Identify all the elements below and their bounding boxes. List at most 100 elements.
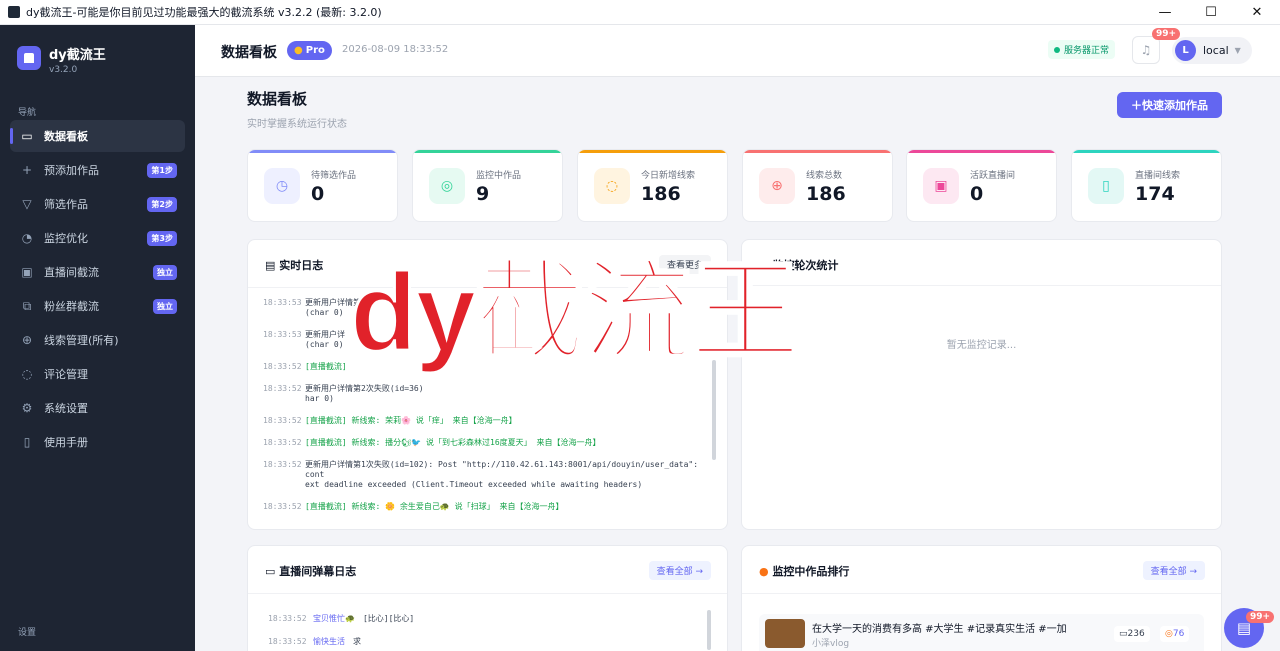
- stat-value: 0: [970, 183, 984, 205]
- video-thumbnail: [765, 619, 805, 648]
- log-scrollbar[interactable]: [712, 360, 716, 460]
- stat-accent-bar: [1072, 150, 1221, 153]
- target-icon: ⊕: [21, 333, 33, 347]
- app-icon: [8, 6, 20, 18]
- stat-icon: ▯: [1088, 168, 1124, 204]
- stat-accent-bar: [907, 150, 1056, 153]
- main-heading: 数据看板 实时掌握系统运行状态: [247, 88, 347, 130]
- sidebar-item-3[interactable]: ◔ 监控优化 第3步: [10, 222, 185, 254]
- danmaku-user[interactable]: 宝贝惟忙🐢: [313, 614, 355, 624]
- danmaku-message: 求: [353, 637, 361, 646]
- log-message-cont: (char 0): [305, 308, 344, 317]
- stat-accent-bar: [413, 150, 562, 153]
- stat-card[interactable]: ▣ 活跃直播间 0: [906, 149, 1057, 222]
- comment-icon: ▭: [1119, 629, 1128, 639]
- stat-card[interactable]: ▯ 直播间线索 174: [1071, 149, 1222, 222]
- user-menu[interactable]: L local ▼: [1172, 37, 1252, 64]
- log-line: 18:33:52 [直播截流] 新线索: 荣莉🌸 说「痒」 来自【沧海一舟】: [263, 416, 713, 426]
- stat-label: 监控中作品: [476, 171, 522, 181]
- stat-accent-bar: [578, 150, 727, 153]
- view-all-ranking-button[interactable]: 查看全部 →: [1142, 561, 1205, 580]
- stat-value: 174: [1135, 183, 1175, 205]
- notification-count-badge: 99+: [1152, 28, 1181, 40]
- logo-icon: [17, 46, 41, 70]
- nav-section-label: 导航: [18, 108, 37, 118]
- step-badge: 第1步: [147, 163, 177, 178]
- sidebar-item-0[interactable]: ▭ 数据看板: [10, 120, 185, 152]
- dashboard-icon: ▭: [21, 129, 33, 143]
- close-button[interactable]: ✕: [1234, 0, 1280, 25]
- stat-card[interactable]: ⊕ 线索总数 186: [742, 149, 893, 222]
- step-badge: 第3步: [147, 231, 177, 246]
- brand-version: v3.2.0: [49, 65, 78, 75]
- log-message: 更新用户详情第1次失败(id=102): Post "http://110.42…: [305, 460, 713, 490]
- sidebar-item-9[interactable]: ▯ 使用手册: [10, 426, 185, 458]
- window-titlebar: dy截流王-可能是你目前见过功能最强大的截流系统 v3.2.2 (最新: 3.2…: [0, 0, 1280, 25]
- ranking-panel: ● 监控中作品排行 查看全部 → 在大学一天的消费有多高 #大学生 #记录真实生…: [741, 545, 1222, 651]
- quick-add-button[interactable]: ＋快速添加作品: [1117, 92, 1222, 118]
- sidebar-item-4[interactable]: ▣ 直播间截流 独立: [10, 256, 185, 288]
- log-time: 18:33:52: [263, 438, 302, 447]
- promo-overlay-text: dy截流王: [348, 251, 801, 374]
- log-message: 更新用户详 (char 0): [305, 330, 345, 350]
- stat-card[interactable]: ◌ 今日新增线索 186: [577, 149, 728, 222]
- stat-value: 186: [641, 183, 681, 205]
- comment-icon: ◌: [21, 367, 33, 381]
- stat-icon: ⊕: [759, 168, 795, 204]
- monitor-empty-text: 暂无监控记录...: [946, 340, 1017, 351]
- stat-label: 直播间线索: [1135, 171, 1181, 181]
- ranking-item[interactable]: 在大学一天的消费有多高 #大学生 #记录真实生活 #一加 小泽vlog ▭ 23…: [759, 614, 1204, 651]
- step-badge: 独立: [153, 265, 177, 280]
- danmaku-time: 18:33:52: [268, 614, 307, 623]
- notification-button[interactable]: ♫: [1132, 36, 1160, 64]
- sidebar-item-6[interactable]: ⊕ 线索管理(所有): [10, 324, 185, 356]
- log-line: 18:33:52 [直播截流] 新线索: 🌼 余生爱自己🐢 说「扫球」 来自【沧海…: [263, 502, 713, 512]
- clipboard-icon: ▤: [265, 259, 280, 272]
- log-time: 18:33:53: [263, 298, 302, 307]
- stat-card[interactable]: ◷ 待筛选作品 0: [247, 149, 398, 222]
- stat-icon: ▣: [923, 168, 959, 204]
- comment-count-badge: ▭ 236: [1114, 626, 1150, 642]
- sidebar-item-label: 评论管理: [44, 368, 88, 381]
- brand[interactable]: dy截流王 v3.2.0: [17, 44, 106, 75]
- sidebar-item-5[interactable]: ⧉ 粉丝群截流 独立: [10, 290, 185, 322]
- realtime-log-title: ▤ 实时日志: [265, 257, 323, 273]
- danmaku-list: 18:33:52 宝贝惟忙🐢 [比心][比心] 18:33:52 愉快生活求: [268, 614, 718, 651]
- stat-card[interactable]: ◎ 监控中作品 9: [412, 149, 563, 222]
- log-message: [直播截流]: [305, 362, 347, 372]
- log-message: 更新用户详情第2次失败(id=36) har 0): [305, 384, 424, 404]
- ranking-title-text: 监控中作品排行: [772, 565, 850, 578]
- monitor-stats-panel: ◷ 监控轮次统计 暂无监控记录...: [741, 239, 1222, 530]
- sidebar-item-8[interactable]: ⚙ 系统设置: [10, 392, 185, 424]
- sidebar-item-2[interactable]: ▽ 筛选作品 第2步: [10, 188, 185, 220]
- book-icon: ▯: [23, 435, 31, 449]
- sidebar-item-label: 使用手册: [44, 436, 88, 449]
- fire-icon: ●: [759, 565, 773, 578]
- floating-badge: 99+: [1246, 611, 1275, 623]
- minimize-button[interactable]: —: [1142, 0, 1188, 25]
- log-time: 18:33:53: [263, 330, 302, 339]
- danmaku-log-panel: ▭ 直播间弹幕日志 查看全部 → 18:33:52 宝贝惟忙🐢 [比心][比心] 18…: [247, 545, 728, 651]
- sidebar-item-1[interactable]: + 预添加作品 第1步: [10, 154, 185, 186]
- chat-icon: ▭: [265, 565, 280, 578]
- stat-label: 活跃直播间: [970, 171, 1016, 181]
- maximize-button[interactable]: ☐: [1188, 0, 1234, 25]
- plus-icon: +: [21, 163, 33, 177]
- log-time: 18:33:52: [263, 502, 302, 511]
- log-message-cont: ext deadline exceeded (Client.Timeout ex…: [305, 480, 643, 489]
- filter-icon: ▽: [22, 197, 32, 211]
- brand-name: dy截流王: [49, 48, 106, 63]
- status-dot-icon: [1054, 46, 1060, 53]
- log-time: 18:33:52: [263, 460, 302, 469]
- sidebar-item-7[interactable]: ◌ 评论管理: [10, 358, 185, 390]
- lead-count: 76: [1172, 629, 1185, 639]
- sidebar-item-label: 预添加作品: [44, 164, 99, 177]
- avatar: L: [1175, 40, 1196, 61]
- view-all-danmaku-button[interactable]: 查看全部 →: [648, 561, 711, 580]
- stat-icon: ◌: [594, 168, 630, 204]
- danmaku-user[interactable]: 愉快生活: [313, 637, 345, 647]
- danmaku-scrollbar[interactable]: [707, 610, 711, 650]
- user-name: local: [1203, 44, 1229, 57]
- sidebar: dy截流王 v3.2.0 导航 ▭ 数据看板 + 预添加作品 第1步 ▽ 筛选作品 第2步 ◔ 监…: [0, 25, 195, 651]
- danmaku-message: [比心][比心]: [362, 614, 415, 623]
